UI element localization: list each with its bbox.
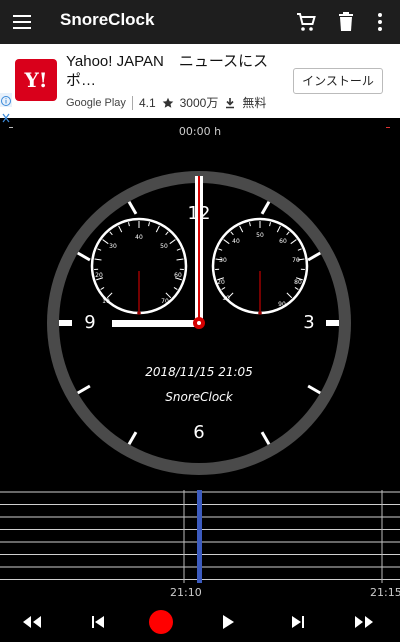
record-icon[interactable] bbox=[148, 609, 174, 635]
install-button[interactable]: インストール bbox=[293, 68, 383, 94]
timeline-label-2115: 21:15 bbox=[370, 586, 400, 599]
ad-info-icon[interactable] bbox=[0, 93, 12, 107]
right-dial-label-50: 50 bbox=[256, 232, 264, 239]
right-dial-label-70: 70 bbox=[292, 257, 300, 264]
left-dial-pivot bbox=[137, 311, 141, 315]
left-dial-label-10: 10 bbox=[102, 298, 110, 305]
right-dial-label-80: 80 bbox=[294, 279, 302, 286]
clock-brand: SnoreClock bbox=[165, 390, 234, 404]
more-vert-icon[interactable] bbox=[368, 10, 392, 34]
skip-previous-icon[interactable] bbox=[86, 610, 110, 634]
left-dial-label-30: 30 bbox=[109, 243, 117, 250]
hand-pivot-center bbox=[197, 321, 201, 325]
app-title: SnoreClock bbox=[60, 10, 155, 29]
left-dial-label-70: 70 bbox=[161, 298, 169, 305]
right-dial-label-40: 40 bbox=[232, 238, 240, 245]
rating-value: 4.1 bbox=[138, 95, 156, 110]
ad-title: Yahoo! JAPAN ニュースにスポ… bbox=[66, 53, 269, 89]
timeline-label-2110: 21:10 bbox=[170, 586, 202, 599]
analog-clock: 12 3 6 9 10 20 30 40 50 60 70 10 20 30 4… bbox=[47, 171, 351, 475]
timeline-cursor[interactable] bbox=[197, 490, 202, 583]
clock-datetime: 2018/11/15 21:05 bbox=[145, 365, 253, 379]
left-dial-label-50: 50 bbox=[160, 243, 168, 250]
numeral-9: 9 bbox=[84, 312, 95, 333]
fast-forward-icon[interactable] bbox=[352, 610, 376, 634]
numeral-6: 6 bbox=[193, 422, 204, 443]
star-icon bbox=[162, 97, 173, 108]
snore-timeline[interactable] bbox=[0, 490, 400, 583]
right-dial-label-20: 20 bbox=[217, 279, 225, 286]
store-name: Google Play bbox=[66, 96, 126, 109]
right-dial-pivot bbox=[258, 311, 262, 315]
price: 無料 bbox=[242, 96, 267, 110]
right-dial-label-30: 30 bbox=[219, 257, 227, 264]
right-dial-label-60: 60 bbox=[279, 238, 287, 245]
yahoo-logo: Y! bbox=[15, 59, 57, 101]
divider bbox=[131, 95, 133, 110]
right-dial-label-90: 90 bbox=[278, 301, 286, 308]
cart-icon[interactable] bbox=[294, 10, 318, 34]
play-icon[interactable] bbox=[216, 610, 240, 634]
ad-close-icon[interactable] bbox=[0, 108, 12, 123]
left-dial-label-40: 40 bbox=[135, 234, 143, 241]
left-dial-label-60: 60 bbox=[174, 272, 182, 279]
left-dial-label-20: 20 bbox=[95, 272, 103, 279]
numeral-3: 3 bbox=[303, 312, 314, 333]
menu-icon[interactable] bbox=[12, 12, 32, 32]
download-count: 3000万 bbox=[179, 96, 219, 110]
app-bar: SnoreClock bbox=[0, 0, 400, 44]
trash-icon[interactable] bbox=[334, 10, 358, 34]
playback-controls bbox=[0, 602, 400, 642]
download-icon bbox=[226, 97, 235, 108]
hour-hand bbox=[112, 320, 200, 327]
rewind-icon[interactable] bbox=[20, 610, 44, 634]
right-dial-label-10: 10 bbox=[222, 295, 230, 302]
sleep-duration: 00:00 h bbox=[178, 125, 222, 138]
skip-next-icon[interactable] bbox=[286, 610, 310, 634]
ad-banner[interactable]: Y! Yahoo! JAPAN ニュースにスポ… Google Play 4.1… bbox=[0, 44, 400, 123]
ad-meta: Google Play 4.1 3000万 無料 bbox=[66, 94, 266, 111]
